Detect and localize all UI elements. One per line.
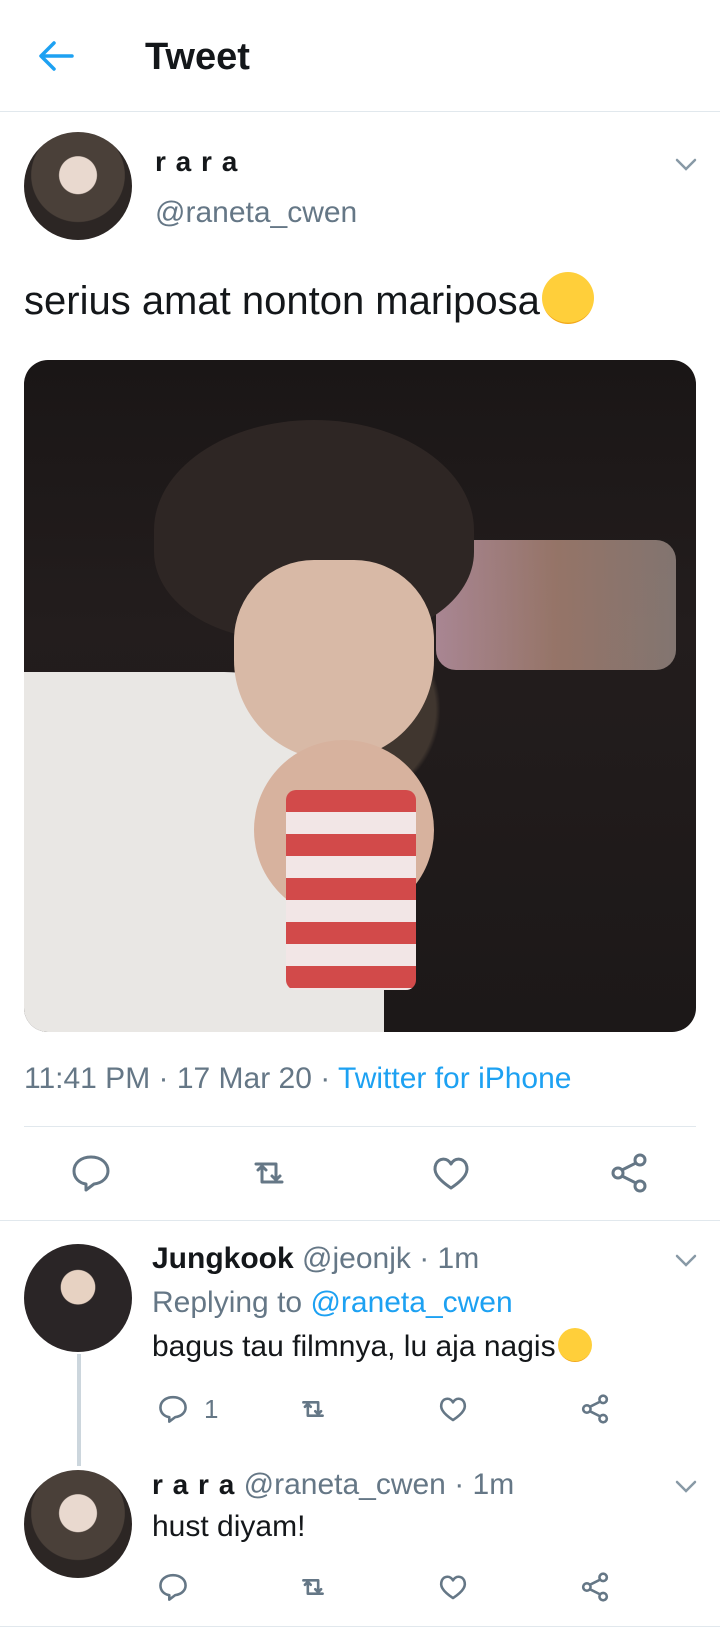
divider — [0, 1626, 720, 1627]
chevron-down-icon[interactable] — [672, 1472, 700, 1500]
back-arrow-icon[interactable] — [36, 36, 76, 76]
crying-face-icon — [541, 272, 594, 324]
top-bar: Tweet — [0, 0, 720, 112]
tweet-timestamp: 11:41 PM · 17 Mar 20 · Twitter for iPhon… — [24, 1062, 572, 1095]
display-name[interactable]: Jungkook — [152, 1242, 294, 1275]
divider — [24, 1126, 696, 1127]
heart-icon[interactable] — [436, 1570, 470, 1604]
chevron-down-icon[interactable] — [672, 1246, 700, 1274]
share-icon[interactable] — [606, 1150, 652, 1196]
retweet-icon[interactable] — [296, 1570, 330, 1604]
share-icon[interactable] — [578, 1570, 612, 1604]
avatar[interactable] — [24, 1244, 132, 1352]
display-name[interactable]: r a r a — [155, 146, 238, 178]
reply-icon[interactable] — [156, 1570, 190, 1604]
user-handle[interactable]: @raneta_cwen — [155, 196, 357, 230]
heart-icon[interactable] — [428, 1150, 474, 1196]
heart-icon[interactable] — [436, 1392, 470, 1426]
reply-count: 1 — [204, 1394, 219, 1424]
replying-to: Replying to @raneta_cwen — [152, 1286, 513, 1319]
user-handle[interactable]: @jeonjk · 1m — [302, 1242, 479, 1275]
chevron-down-icon[interactable] — [672, 150, 700, 178]
reply-header: r a r a @raneta_cwen · 1m — [152, 1468, 514, 1502]
reply-icon[interactable] — [68, 1150, 114, 1196]
tweet-photo[interactable] — [24, 360, 696, 1032]
reply-header: Jungkook @jeonjk · 1m — [152, 1242, 479, 1276]
reply-text: hust diyam! — [152, 1510, 306, 1543]
replying-to-link[interactable]: @raneta_cwen — [310, 1286, 512, 1319]
avatar[interactable] — [24, 132, 132, 240]
retweet-icon[interactable] — [246, 1150, 292, 1196]
thread-line — [77, 1354, 81, 1466]
divider — [0, 1220, 720, 1221]
retweet-icon[interactable] — [296, 1392, 330, 1426]
reply-icon[interactable] — [156, 1392, 190, 1426]
tweet-source-link[interactable]: Twitter for iPhone — [338, 1062, 571, 1095]
page-title: Tweet — [145, 36, 250, 78]
reply-text: bagus tau filmnya, lu aja nagis — [152, 1328, 592, 1364]
avatar[interactable] — [24, 1470, 132, 1578]
display-name[interactable]: r a r a — [152, 1469, 235, 1500]
frowning-face-icon — [557, 1328, 592, 1362]
user-handle[interactable]: @raneta_cwen · 1m — [244, 1468, 515, 1501]
tweet-text: serius amat nonton mariposa — [24, 272, 594, 324]
share-icon[interactable] — [578, 1392, 612, 1426]
